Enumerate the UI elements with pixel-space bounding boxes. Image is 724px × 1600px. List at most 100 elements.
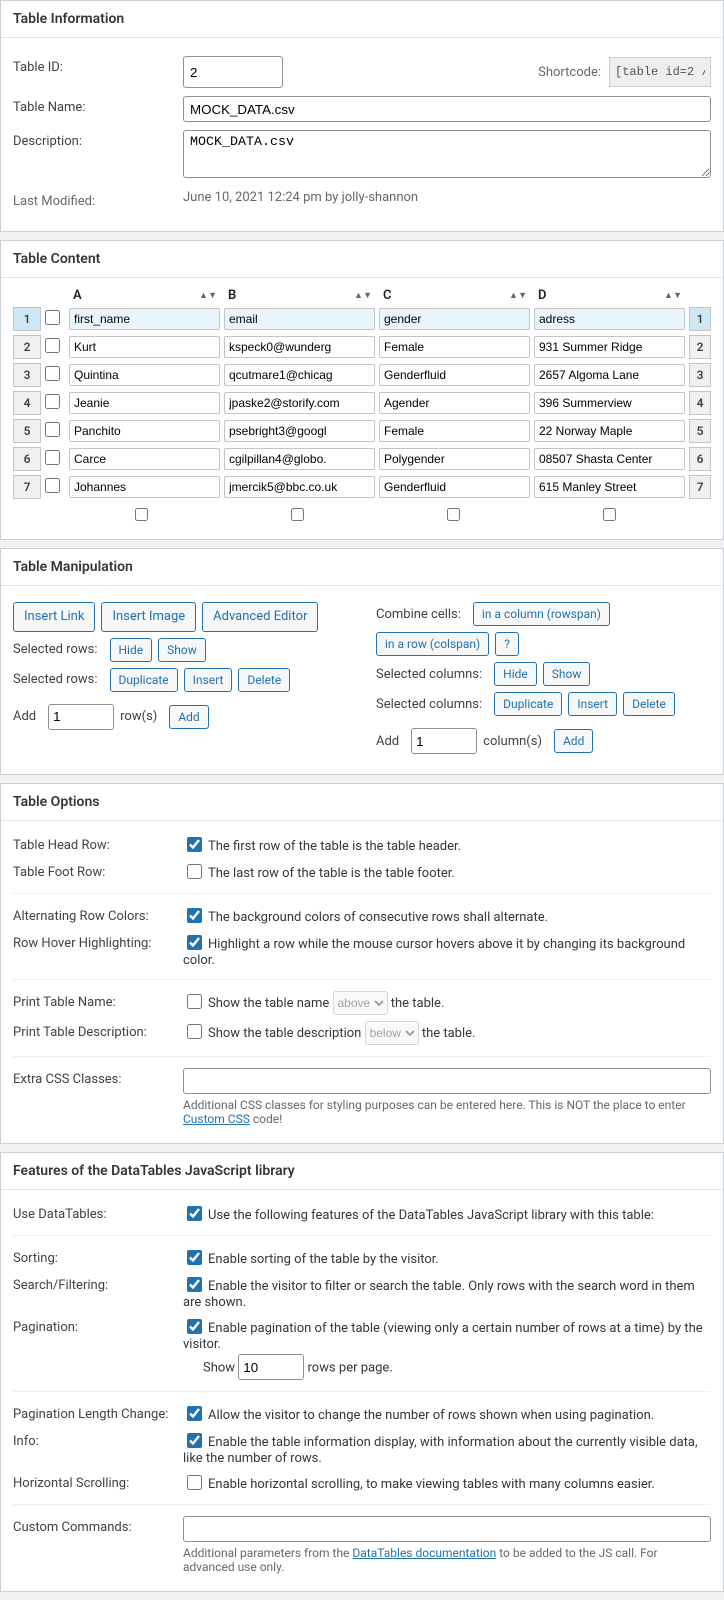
datatables-doc-link[interactable]: DataTables documentation <box>352 1546 496 1560</box>
table-cell-input[interactable] <box>534 420 685 442</box>
rows-duplicate-button[interactable]: Duplicate <box>110 668 178 692</box>
table-cell-input[interactable] <box>534 308 685 330</box>
cols-insert-button[interactable]: Insert <box>568 692 617 716</box>
row-number-right[interactable]: 6 <box>689 447 711 471</box>
foot-row-checkbox[interactable] <box>187 864 202 879</box>
rows-insert-button[interactable]: Insert <box>184 668 233 692</box>
add-cols-input[interactable] <box>411 728 477 754</box>
combine-rowspan-button[interactable]: in a column (rowspan) <box>473 602 610 626</box>
row-select-checkbox[interactable] <box>45 450 60 465</box>
rows-show-button[interactable]: Show <box>158 638 206 662</box>
table-cell-input[interactable] <box>69 308 220 330</box>
sorting-checkbox[interactable] <box>187 1250 202 1265</box>
info-checkbox[interactable] <box>187 1433 202 1448</box>
sort-icon[interactable]: ▲ ▼ <box>664 290 681 301</box>
sort-icon[interactable]: ▲ ▼ <box>354 290 371 301</box>
rows-hide-button[interactable]: Hide <box>110 638 153 662</box>
shortcode-display[interactable] <box>609 57 711 87</box>
table-cell-input[interactable] <box>224 392 375 414</box>
row-number-right[interactable]: 1 <box>689 307 711 331</box>
table-cell-input[interactable] <box>379 308 530 330</box>
search-checkbox[interactable] <box>187 1277 202 1292</box>
rows-delete-button[interactable]: Delete <box>238 668 290 692</box>
table-cell-input[interactable] <box>69 448 220 470</box>
table-cell-input[interactable] <box>224 308 375 330</box>
alt-colors-checkbox[interactable] <box>187 908 202 923</box>
column-select-checkbox[interactable] <box>291 508 304 521</box>
cols-show-button[interactable]: Show <box>543 662 591 686</box>
table-cell-input[interactable] <box>224 476 375 498</box>
row-select-checkbox[interactable] <box>45 338 60 353</box>
insert-link-button[interactable]: Insert Link <box>13 602 95 632</box>
combine-colspan-button[interactable]: in a row (colspan) <box>376 632 489 656</box>
add-rows-input[interactable] <box>48 704 114 730</box>
row-number-right[interactable]: 7 <box>689 475 711 499</box>
cols-hide-button[interactable]: Hide <box>494 662 537 686</box>
table-cell-input[interactable] <box>379 392 530 414</box>
table-name-input[interactable] <box>183 96 711 122</box>
print-desc-checkbox[interactable] <box>187 1024 202 1039</box>
combine-help-button[interactable]: ? <box>495 632 519 656</box>
table-cell-input[interactable] <box>69 364 220 386</box>
row-select-checkbox[interactable] <box>45 310 60 325</box>
custom-commands-input[interactable] <box>183 1516 711 1542</box>
table-cell-input[interactable] <box>69 336 220 358</box>
column-header[interactable]: B▲ ▼ <box>224 288 375 303</box>
column-select-checkbox[interactable] <box>447 508 460 521</box>
table-cell-input[interactable] <box>379 448 530 470</box>
table-cell-input[interactable] <box>69 420 220 442</box>
table-cell-input[interactable] <box>69 392 220 414</box>
head-row-checkbox[interactable] <box>187 837 202 852</box>
hscroll-checkbox[interactable] <box>187 1475 202 1490</box>
row-number-right[interactable]: 4 <box>689 391 711 415</box>
cols-delete-button[interactable]: Delete <box>623 692 675 716</box>
row-select-checkbox[interactable] <box>45 422 60 437</box>
row-number[interactable]: 6 <box>13 447 41 471</box>
print-desc-position-select[interactable]: below <box>365 1021 419 1045</box>
row-number[interactable]: 3 <box>13 363 41 387</box>
custom-css-link[interactable]: Custom CSS <box>183 1112 250 1126</box>
column-select-checkbox[interactable] <box>603 508 616 521</box>
hover-checkbox[interactable] <box>187 935 202 950</box>
column-select-checkbox[interactable] <box>135 508 148 521</box>
extra-css-input[interactable] <box>183 1068 711 1094</box>
row-number[interactable]: 4 <box>13 391 41 415</box>
row-number-right[interactable]: 3 <box>689 363 711 387</box>
description-textarea[interactable]: MOCK_DATA.csv <box>183 130 711 178</box>
table-cell-input[interactable] <box>379 336 530 358</box>
table-cell-input[interactable] <box>224 336 375 358</box>
table-cell-input[interactable] <box>224 448 375 470</box>
table-cell-input[interactable] <box>534 336 685 358</box>
print-name-position-select[interactable]: above <box>333 991 388 1015</box>
cols-duplicate-button[interactable]: Duplicate <box>494 692 562 716</box>
print-name-checkbox[interactable] <box>187 994 202 1009</box>
table-cell-input[interactable] <box>69 476 220 498</box>
pagination-rows-input[interactable] <box>238 1354 304 1380</box>
row-number[interactable]: 5 <box>13 419 41 443</box>
table-cell-input[interactable] <box>224 364 375 386</box>
advanced-editor-button[interactable]: Advanced Editor <box>202 602 318 632</box>
column-header[interactable]: A▲ ▼ <box>69 288 220 303</box>
pagination-checkbox[interactable] <box>187 1319 202 1334</box>
table-cell-input[interactable] <box>534 476 685 498</box>
table-id-input[interactable] <box>183 56 283 88</box>
add-rows-button[interactable]: Add <box>169 705 208 729</box>
column-header[interactable]: D▲ ▼ <box>534 288 685 303</box>
table-cell-input[interactable] <box>224 420 375 442</box>
row-select-checkbox[interactable] <box>45 366 60 381</box>
column-header[interactable]: C▲ ▼ <box>379 288 530 303</box>
add-cols-button[interactable]: Add <box>554 729 593 753</box>
row-number-right[interactable]: 5 <box>689 419 711 443</box>
row-number[interactable]: 1 <box>13 307 41 331</box>
insert-image-button[interactable]: Insert Image <box>101 602 196 632</box>
row-number[interactable]: 7 <box>13 475 41 499</box>
table-cell-input[interactable] <box>379 420 530 442</box>
table-cell-input[interactable] <box>379 476 530 498</box>
table-cell-input[interactable] <box>534 392 685 414</box>
use-dt-checkbox[interactable] <box>187 1206 202 1221</box>
table-cell-input[interactable] <box>379 364 530 386</box>
paglen-checkbox[interactable] <box>187 1406 202 1421</box>
row-select-checkbox[interactable] <box>45 394 60 409</box>
row-number-right[interactable]: 2 <box>689 335 711 359</box>
table-cell-input[interactable] <box>534 364 685 386</box>
